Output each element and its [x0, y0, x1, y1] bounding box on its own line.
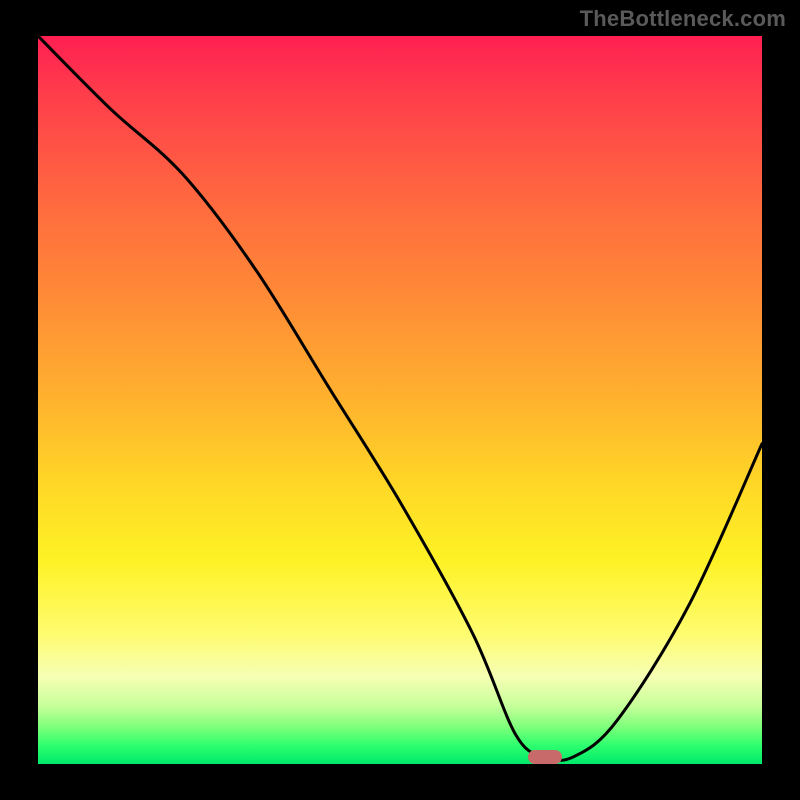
chart-frame: TheBottleneck.com: [0, 0, 800, 800]
watermark-text: TheBottleneck.com: [580, 6, 786, 32]
plot-area: [38, 36, 762, 764]
optimal-marker: [528, 750, 562, 764]
bottleneck-curve: [38, 36, 762, 764]
curve-path: [38, 36, 762, 760]
